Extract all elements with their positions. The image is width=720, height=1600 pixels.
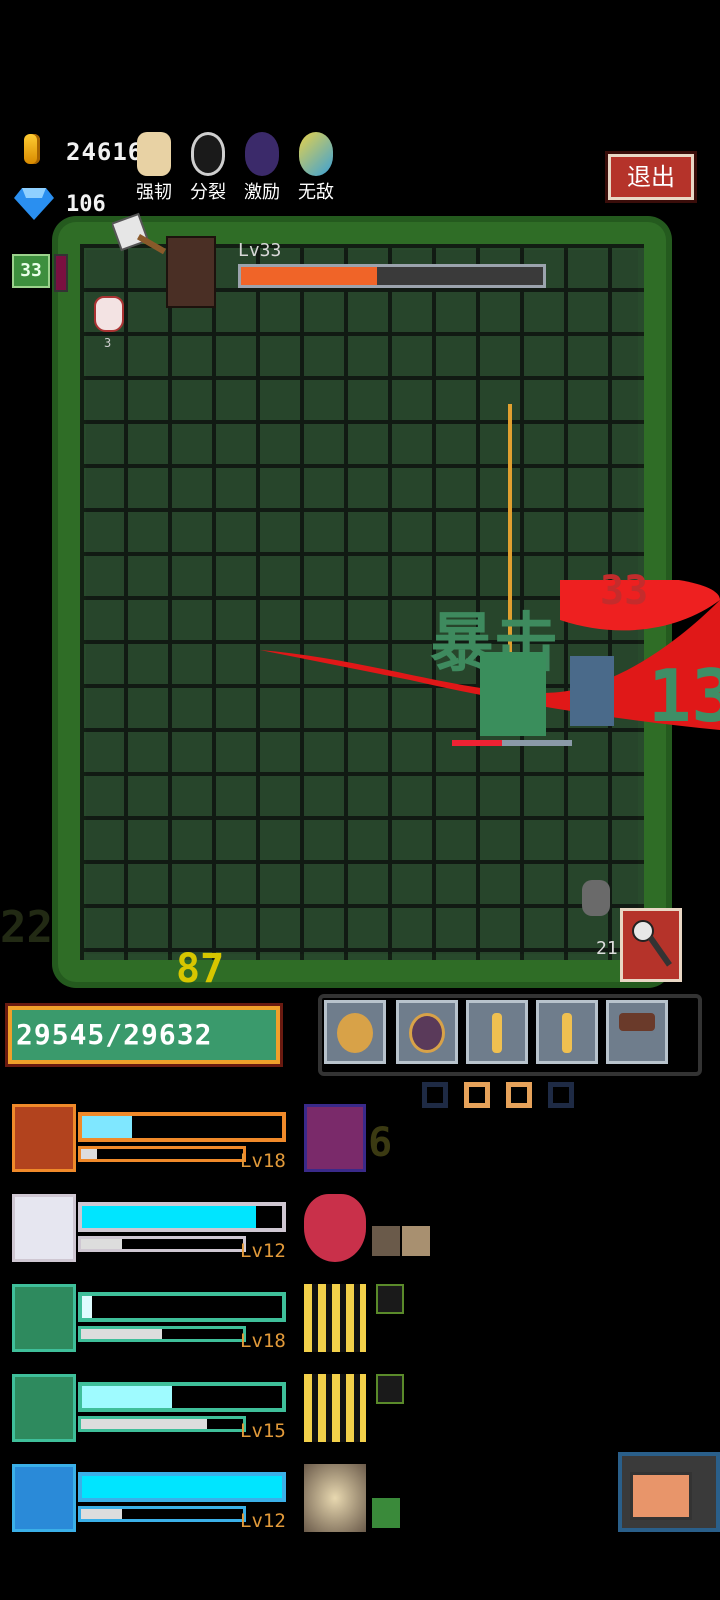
hero-level: Lv12 (240, 1510, 286, 1532)
enemy-sprite (480, 652, 546, 736)
wolf-icon (372, 1226, 400, 1256)
exit-button[interactable]: 退出 (608, 154, 694, 200)
skill-page-dot[interactable] (464, 1082, 490, 1108)
energy-gauge (54, 254, 68, 292)
hero-portrait[interactable] (12, 1374, 76, 1442)
gold-coin-icon (24, 134, 40, 164)
floating-number: 87 (176, 946, 225, 992)
beehive-icon (137, 132, 171, 176)
key-item-button[interactable] (620, 908, 682, 982)
buff-split[interactable]: 分裂 (180, 132, 236, 204)
purple-egg-icon (245, 132, 279, 176)
skill-slot-4[interactable] (536, 1000, 598, 1064)
treasure-chest-button[interactable] (618, 1452, 720, 1532)
enemy-hp-fill (452, 740, 503, 746)
boss-hp-fill (241, 267, 377, 285)
shield-rune-icon[interactable] (304, 1104, 366, 1172)
key-icon (632, 920, 672, 967)
skill-page-dot[interactable] (506, 1082, 532, 1108)
fire-staff-icon (492, 1013, 502, 1053)
cat-icon (402, 1226, 430, 1256)
hero-xp-bar (78, 1236, 246, 1252)
enemy-sprite (570, 656, 614, 726)
stone-icon (582, 880, 610, 916)
buff-label: 分裂 (190, 182, 226, 203)
burst-icon[interactable] (304, 1464, 366, 1532)
potion-icon[interactable] (94, 296, 124, 332)
hero-hp-bar (78, 1292, 286, 1322)
gold-shield-icon (337, 1013, 373, 1053)
hero-row-4[interactable]: Lv15 (12, 1374, 286, 1448)
hammer-icon (619, 1013, 655, 1031)
buff-label: 无敌 (298, 182, 334, 203)
skill-slot-1[interactable] (324, 1000, 386, 1064)
gold-egg-icon (299, 132, 333, 176)
enemy-hp-bar (452, 740, 572, 746)
boss-level: Lv33 (238, 240, 282, 261)
hero-row-3[interactable]: Lv18 (12, 1284, 286, 1358)
hero-portrait[interactable] (12, 1194, 76, 1262)
hero-hp-bar (78, 1112, 286, 1142)
split-icon (191, 132, 225, 176)
player-hp-bar: 29545/29632 (8, 1006, 280, 1064)
diamond-icon (14, 188, 54, 220)
hero-xp-bar (78, 1506, 246, 1522)
hero-hp-bar (78, 1472, 286, 1502)
sprite-icon (376, 1374, 404, 1404)
hero-level: Lv18 (240, 1330, 286, 1352)
hero-hp-bar (78, 1382, 286, 1412)
potion-count: 3 (104, 336, 112, 350)
hero-xp-bar (78, 1416, 246, 1432)
lightning-icon[interactable] (304, 1374, 366, 1442)
skill-page-dot[interactable] (422, 1082, 448, 1108)
hammer-icon (112, 212, 166, 255)
buff-inspire[interactable]: 激励 (234, 132, 290, 204)
hero-xp-bar (78, 1146, 246, 1162)
buff-invincible[interactable]: 无敌 (288, 132, 344, 204)
buff-label: 强韧 (136, 182, 172, 203)
boss-hp-bar (238, 264, 546, 288)
heart-icon[interactable] (304, 1194, 366, 1262)
gem-amount: 106 (66, 192, 106, 217)
hero-portrait[interactable] (12, 1284, 76, 1352)
fire-staff-icon (562, 1013, 572, 1053)
key-count: 21 (596, 938, 618, 959)
faded-damage-number: 22 (0, 902, 53, 953)
hero-portrait[interactable] (12, 1104, 76, 1172)
skill-page-dot[interactable] (548, 1082, 574, 1108)
buff-label: 激励 (244, 182, 280, 203)
buff-strength[interactable]: 强韧 (126, 132, 182, 204)
hero-xp-bar (78, 1326, 246, 1342)
hero-row-1[interactable]: Lv18 (12, 1104, 286, 1178)
floor-badge: 33 (12, 254, 50, 288)
hero-portrait[interactable] (12, 1464, 76, 1532)
goblin-icon (372, 1498, 400, 1528)
sprite-icon (376, 1284, 404, 1314)
skill-slot-3[interactable] (466, 1000, 528, 1064)
skill-slot-5[interactable] (606, 1000, 668, 1064)
damage-number-red: 33 (600, 568, 649, 614)
player-character (166, 236, 216, 308)
hero-row-2[interactable]: Lv12 (12, 1194, 286, 1268)
hero-hp-bar (78, 1202, 286, 1232)
chest-icon (630, 1472, 692, 1520)
skill-slot-2[interactable] (396, 1000, 458, 1064)
lightning-icon[interactable] (304, 1284, 366, 1352)
hero-level: Lv18 (240, 1150, 286, 1172)
hero-row-5[interactable]: Lv12 (12, 1464, 286, 1538)
hero-level: Lv15 (240, 1420, 286, 1442)
dark-shield-icon (409, 1013, 445, 1053)
hero-level: Lv12 (240, 1240, 286, 1262)
damage-number-green: 13 (648, 654, 720, 738)
